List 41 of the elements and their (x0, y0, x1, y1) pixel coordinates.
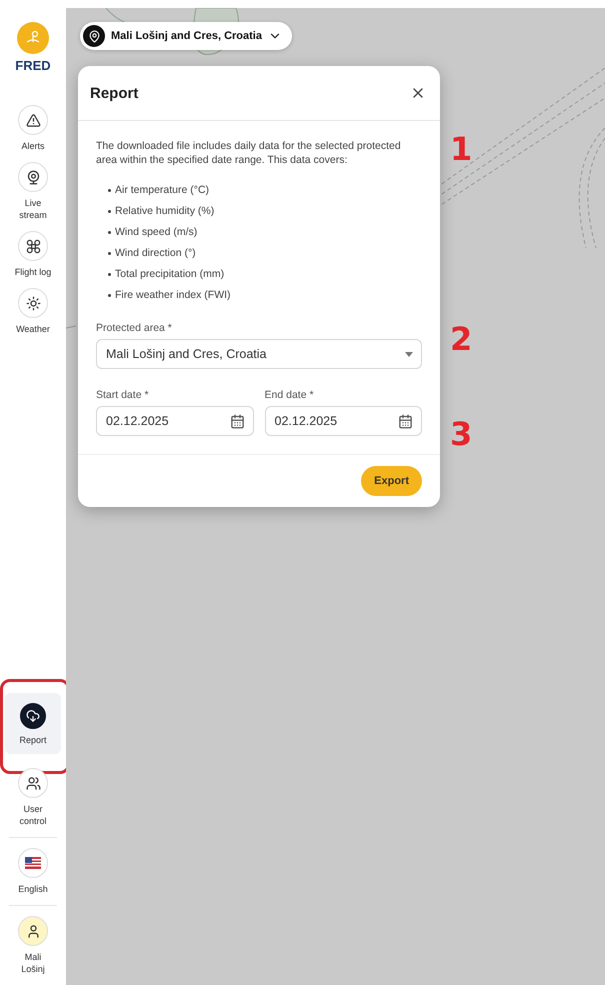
export-button[interactable]: Export (361, 466, 422, 496)
date-field[interactable]: 02.12.2025 (96, 406, 254, 436)
webcam-icon (18, 162, 48, 192)
warning-icon (18, 105, 48, 135)
dialog-description: The downloaded file includes daily data for the selected protected area within the specified date range. This data covers: (96, 139, 402, 167)
user-icon (18, 916, 48, 946)
date-field[interactable]: 02.12.2025 (264, 406, 422, 436)
dropdown-arrow-icon (405, 352, 413, 356)
protected-area-select[interactable]: Mali Lošinj and Cres, Croatia (96, 339, 422, 369)
list-item: Relative humidity (%) (108, 204, 422, 218)
annotation-number: 3 (450, 418, 472, 450)
calendar-icon (398, 414, 413, 428)
calendar-icon (230, 414, 244, 428)
sidebar-item[interactable]: Report (5, 693, 61, 754)
list-item: Wind direction (°) (108, 246, 422, 260)
annotation-number: 1 (450, 133, 472, 165)
location-selector[interactable]: Mali Lošinj and Cres, Croatia (80, 22, 292, 50)
sidebar-item[interactable]: Alerts (5, 105, 61, 152)
list-item: Total precipitation (mm) (108, 267, 422, 281)
sidebar-item[interactable]: Flight log (5, 231, 61, 278)
flag-icon (18, 848, 48, 878)
sidebar-item[interactable]: User control (5, 768, 61, 827)
list-item: Fire weather index (FWI) (108, 288, 422, 302)
sidebar-item[interactable]: English (5, 848, 61, 895)
field-label: Start date * (96, 389, 150, 401)
drone-icon (18, 231, 48, 261)
logo-icon (17, 22, 49, 54)
cloud-download-icon (20, 703, 46, 729)
list-item: Wind speed (m/s) (108, 225, 422, 239)
list-item: Air temperature (°C) (108, 183, 422, 197)
annotation-number: 2 (450, 323, 472, 355)
sidebar-item[interactable]: Live stream (5, 162, 61, 221)
sidebar-item[interactable]: Weather (5, 288, 61, 335)
sidebar-item[interactable]: Mali Lošinj (5, 916, 61, 975)
location-pin-icon (83, 25, 105, 47)
field-label: End date * (264, 389, 315, 401)
dialog-title: Report (90, 84, 138, 102)
logo-text: FRED (15, 58, 51, 73)
field-label: Protected area * (96, 322, 173, 334)
users-icon (18, 768, 48, 798)
sun-icon (18, 288, 48, 318)
